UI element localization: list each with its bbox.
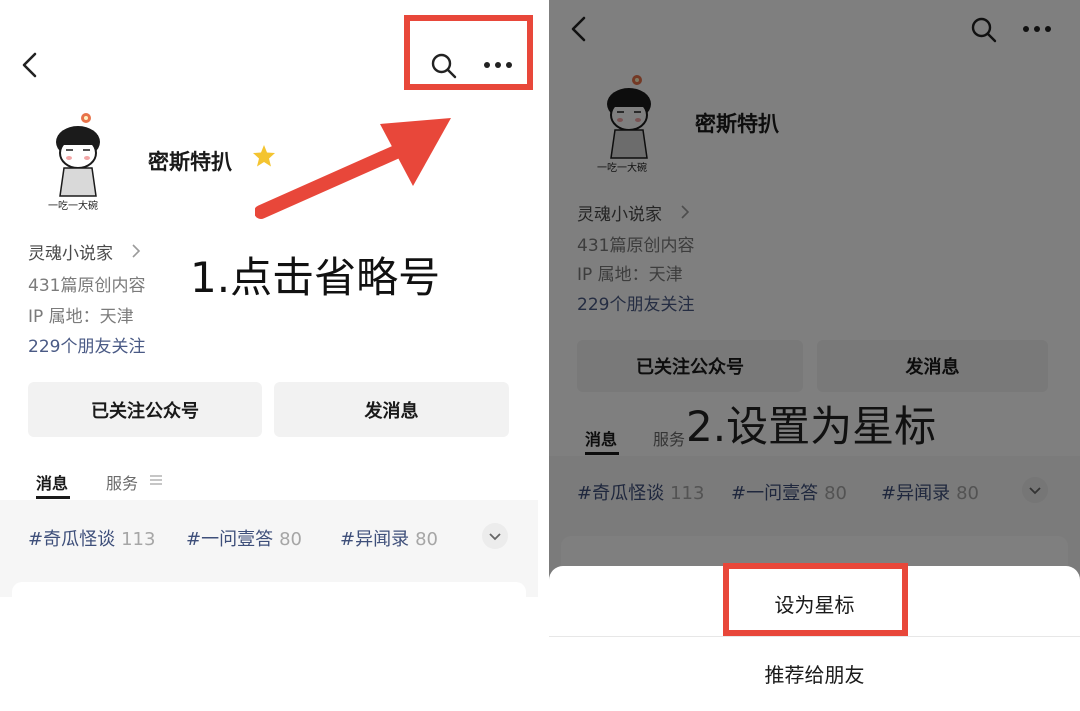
chevron-right-icon bbox=[131, 243, 141, 259]
tag-item[interactable]: #一问壹答80 bbox=[186, 525, 302, 551]
category-link[interactable]: 灵魂小说家 bbox=[28, 239, 113, 264]
message-button[interactable]: 发消息 bbox=[274, 382, 509, 437]
left-screenshot-panel: 一吃一大碗 密斯特扒 灵魂小说家 431篇原创内容 IP 属地：天津 229个朋… bbox=[0, 0, 538, 711]
arrow-pointer-icon bbox=[255, 112, 455, 222]
back-arrow-icon[interactable] bbox=[20, 52, 40, 78]
right-screenshot-panel: 一吃一大碗 密斯特扒 灵魂小说家 431篇原创内容 IP 属地：天津 229个朋… bbox=[549, 0, 1080, 711]
friends-following-link[interactable]: 229个朋友关注 bbox=[28, 332, 145, 357]
recommend-option[interactable]: 推荐给朋友 bbox=[549, 639, 1080, 707]
avatar-caption: 一吃一大碗 bbox=[48, 201, 98, 212]
follow-button[interactable]: 已关注公众号 bbox=[28, 382, 262, 437]
tab-underline bbox=[36, 496, 70, 499]
avatar[interactable] bbox=[40, 110, 118, 202]
article-count: 431篇原创内容 bbox=[28, 276, 146, 296]
account-name: 密斯特扒 bbox=[148, 150, 232, 174]
tag-item[interactable]: #异闻录80 bbox=[340, 525, 438, 551]
star-icon bbox=[252, 144, 276, 168]
bottom-blank bbox=[0, 597, 538, 711]
tab-services[interactable]: 服务 bbox=[106, 470, 138, 494]
chevron-down-icon[interactable] bbox=[481, 522, 509, 550]
highlight-more-box bbox=[404, 15, 533, 90]
sheet-divider bbox=[549, 636, 1080, 637]
highlight-star-box bbox=[723, 563, 908, 636]
panel-gutter bbox=[538, 0, 549, 711]
menu-lines-icon bbox=[150, 474, 162, 486]
tab-messages[interactable]: 消息 bbox=[36, 470, 68, 494]
instruction-step1: 1.点击省略号 bbox=[190, 253, 441, 302]
tag-item[interactable]: #奇瓜怪谈113 bbox=[28, 525, 155, 551]
instruction-step2: 2.设置为星标 bbox=[686, 402, 937, 451]
ip-location: IP 属地：天津 bbox=[28, 307, 134, 327]
